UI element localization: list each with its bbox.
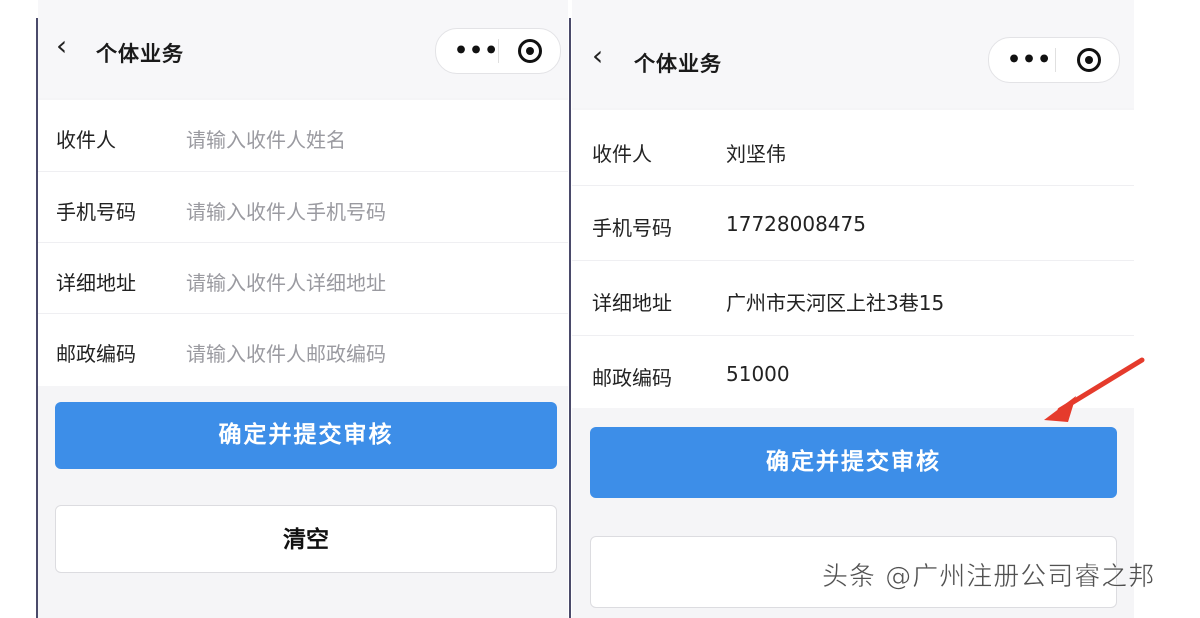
field-label: 手机号码 xyxy=(56,200,136,224)
field-label: 邮政编码 xyxy=(592,366,672,390)
red-arrow-icon xyxy=(1044,357,1145,422)
field-label: 详细地址 xyxy=(56,271,136,295)
recipient-form: 收件人 请输入收件人姓名 手机号码 请输入收件人手机号码 详细地址 请输入收件人… xyxy=(38,100,568,386)
nav-bar: ‹ 个体业务 ••• xyxy=(38,0,568,98)
field-label: 收件人 xyxy=(592,142,652,166)
nav-bar: ‹ 个体业务 ••• xyxy=(572,0,1134,108)
postcode-input[interactable]: 请输入收件人邮政编码 xyxy=(186,338,386,367)
phone-input[interactable]: 17728008475 xyxy=(726,212,866,236)
more-icon[interactable]: ••• xyxy=(454,39,499,64)
form-row-postcode: 邮政编码 请输入收件人邮政编码 xyxy=(38,314,568,386)
mini-program-capsule: ••• xyxy=(435,28,561,74)
record-icon[interactable] xyxy=(518,39,542,63)
capsule-divider xyxy=(498,39,499,63)
capsule-divider xyxy=(1055,48,1056,72)
phone-screen-filled-form: ‹ 个体业务 ••• 收件人 刘坚伟 手机号码 17728008475 详细地址… xyxy=(572,0,1134,618)
submit-review-button[interactable]: 确定并提交审核 xyxy=(590,427,1117,498)
postcode-input[interactable]: 51000 xyxy=(726,362,790,386)
screenshot-comparison: ‹ 个体业务 ••• 收件人 请输入收件人姓名 手机号码 请输入收件人手机号码 … xyxy=(0,0,1200,618)
divider-line xyxy=(569,18,571,618)
field-label: 收件人 xyxy=(56,128,116,152)
form-row-recipient: 收件人 刘坚伟 xyxy=(572,110,1134,186)
phone-input[interactable]: 请输入收件人手机号码 xyxy=(186,196,386,225)
address-input[interactable]: 请输入收件人详细地址 xyxy=(186,267,386,296)
form-row-phone: 手机号码 17728008475 xyxy=(572,186,1134,261)
field-label: 手机号码 xyxy=(592,216,672,240)
form-row-phone: 手机号码 请输入收件人手机号码 xyxy=(38,172,568,243)
clear-button[interactable]: 清空 xyxy=(55,505,557,573)
mini-program-capsule: ••• xyxy=(988,37,1120,83)
back-arrow-icon[interactable]: ‹ xyxy=(56,32,67,60)
address-input[interactable]: 广州市天河区上社3巷15 xyxy=(726,287,944,316)
recipient-name-input[interactable]: 请输入收件人姓名 xyxy=(186,124,346,153)
watermark: 头条 @广州注册公司睿之邦 xyxy=(822,562,1156,593)
divider-line xyxy=(36,18,38,618)
form-row-recipient: 收件人 请输入收件人姓名 xyxy=(38,100,568,172)
form-row-address: 详细地址 广州市天河区上社3巷15 xyxy=(572,261,1134,336)
recipient-name-input[interactable]: 刘坚伟 xyxy=(726,138,786,167)
page-title: 个体业务 xyxy=(96,42,184,66)
phone-screen-empty-form: ‹ 个体业务 ••• 收件人 请输入收件人姓名 手机号码 请输入收件人手机号码 … xyxy=(38,0,568,618)
form-row-address: 详细地址 请输入收件人详细地址 xyxy=(38,243,568,314)
submit-review-button[interactable]: 确定并提交审核 xyxy=(55,402,557,469)
more-icon[interactable]: ••• xyxy=(1007,48,1052,73)
field-label: 详细地址 xyxy=(592,291,672,315)
back-arrow-icon[interactable]: ‹ xyxy=(592,42,603,70)
page-title: 个体业务 xyxy=(634,52,722,76)
field-label: 邮政编码 xyxy=(56,342,136,366)
record-icon[interactable] xyxy=(1077,48,1101,72)
